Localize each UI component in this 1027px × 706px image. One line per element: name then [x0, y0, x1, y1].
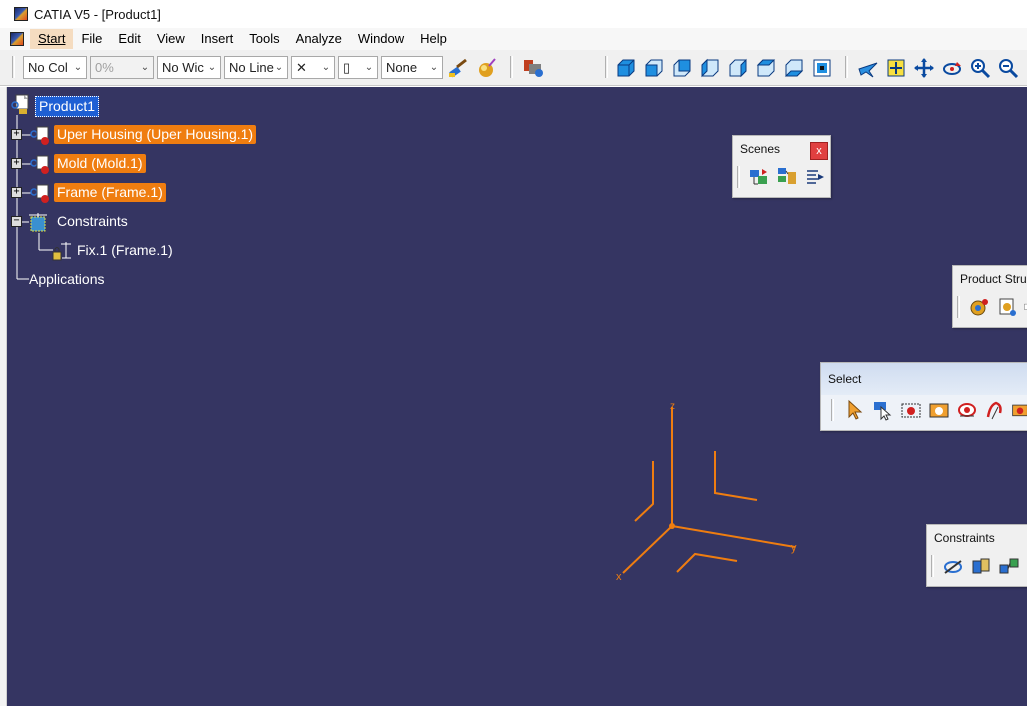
apply-scene-icon[interactable]: [775, 165, 799, 189]
color-select[interactable]: No Col ⌄: [23, 56, 87, 79]
part-icon[interactable]: [29, 153, 51, 175]
point-symbol-select[interactable]: ✕ ⌄: [291, 56, 335, 79]
back-view-icon[interactable]: [670, 56, 694, 80]
toolbar-grip[interactable]: [931, 555, 934, 577]
constraints-toolbar-title[interactable]: Constraints: [927, 525, 1027, 551]
rotate-icon[interactable]: [940, 56, 964, 80]
part-icon[interactable]: [29, 182, 51, 204]
collapse-toggle[interactable]: −: [11, 216, 22, 227]
close-icon[interactable]: x: [810, 142, 828, 160]
polygon-selection-icon[interactable]: [955, 398, 979, 422]
scenes-toolbar: Scenes x: [732, 135, 831, 198]
title-bar: CATIA V5 - [Product1]: [0, 0, 1027, 28]
select-toolbar-title[interactable]: Select: [821, 363, 1027, 395]
product-structure-toolbar: Product Stru: [952, 265, 1027, 328]
constraints-toolbar: Constraints: [926, 524, 1027, 587]
menu-file[interactable]: File: [73, 29, 110, 49]
toolbar-grip[interactable]: [831, 399, 834, 421]
new-product-icon[interactable]: [995, 295, 1019, 319]
part-icon[interactable]: [29, 124, 51, 146]
free-hand-selection-icon[interactable]: [983, 398, 1007, 422]
front-view-icon[interactable]: [642, 56, 666, 80]
new-component-icon[interactable]: [967, 295, 991, 319]
tree-part-frame[interactable]: Frame (Frame.1): [54, 183, 166, 202]
fix-constraint-icon[interactable]: [51, 240, 73, 262]
expand-toggle[interactable]: +: [11, 158, 22, 169]
line-width-select[interactable]: No Wic ⌄: [157, 56, 221, 79]
pan-icon[interactable]: [912, 56, 936, 80]
catalog-icon[interactable]: [520, 56, 548, 80]
enhanced-scene-icon[interactable]: [747, 165, 771, 189]
product-icon[interactable]: [10, 93, 32, 115]
menu-start[interactable]: Start: [30, 29, 74, 49]
layer-select[interactable]: ▯ ⌄: [338, 56, 378, 79]
expand-toggle[interactable]: +: [11, 129, 22, 140]
expand-toggle[interactable]: +: [11, 187, 22, 198]
select-toolbar: Select: [820, 362, 1027, 431]
menu-help[interactable]: Help: [412, 29, 455, 49]
offset-constraint-icon[interactable]: [997, 554, 1021, 578]
document-control-icon[interactable]: [10, 32, 24, 46]
window-title: CATIA V5 - [Product1]: [34, 6, 161, 22]
tree-fix-constraint[interactable]: Fix.1 (Frame.1): [74, 241, 176, 260]
toolbar-grip[interactable]: [510, 56, 513, 78]
outside-rectangle-selection-icon[interactable]: [1011, 398, 1027, 422]
tree-root-product[interactable]: Product1: [35, 96, 100, 117]
contact-constraint-icon[interactable]: [969, 554, 993, 578]
product-structure-toolbar-title[interactable]: Product Stru: [953, 266, 1027, 292]
toolbar-grip[interactable]: [737, 166, 740, 188]
painter-icon[interactable]: [446, 56, 470, 80]
tree-constraints[interactable]: Constraints: [54, 212, 131, 231]
main-toolbar: No Col ⌄ 0% ⌄ No Wic ⌄ No Line ⌄ ✕ ⌄ ▯ ⌄ None ⌄: [0, 50, 1027, 86]
fit-all-icon[interactable]: [884, 56, 908, 80]
intersecting-rectangle-icon[interactable]: [927, 398, 951, 422]
named-views-icon[interactable]: [810, 56, 834, 80]
zoom-out-icon[interactable]: [996, 56, 1020, 80]
material-icon[interactable]: [474, 56, 498, 80]
left-view-icon[interactable]: [698, 56, 722, 80]
coincidence-constraint-icon[interactable]: [941, 554, 965, 578]
tree-applications[interactable]: Applications: [26, 270, 108, 289]
rectangle-selection-icon[interactable]: [899, 398, 923, 422]
axis-y-label: y: [791, 542, 797, 554]
constraints-icon[interactable]: [27, 211, 49, 233]
select-arrow-icon[interactable]: [843, 398, 867, 422]
menu-window[interactable]: Window: [350, 29, 412, 49]
toolbar-grip[interactable]: [605, 56, 608, 78]
transparency-select[interactable]: 0% ⌄: [90, 56, 154, 79]
new-part-icon[interactable]: [1023, 295, 1027, 319]
zoom-in-icon[interactable]: [968, 56, 992, 80]
top-view-icon[interactable]: [754, 56, 778, 80]
isometric-view-icon[interactable]: [614, 56, 638, 80]
bottom-view-icon[interactable]: [782, 56, 806, 80]
menu-analyze[interactable]: Analyze: [288, 29, 350, 49]
axis-system: z y x: [616, 401, 797, 583]
toolbar-grip[interactable]: [957, 296, 960, 318]
tree-part-uper-housing[interactable]: Uper Housing (Uper Housing.1): [54, 125, 257, 144]
menu-insert[interactable]: Insert: [193, 29, 242, 49]
left-border-strip: [0, 87, 7, 706]
scene-list-icon[interactable]: [803, 165, 827, 189]
menu-tools[interactable]: Tools: [241, 29, 287, 49]
menu-view[interactable]: View: [149, 29, 193, 49]
render-style-select[interactable]: None ⌄: [381, 56, 443, 79]
toolbar-grip[interactable]: [12, 56, 15, 78]
axis-z-label: z: [670, 401, 675, 412]
menu-edit[interactable]: Edit: [110, 29, 148, 49]
toolbar-grip[interactable]: [845, 56, 848, 78]
axis-x-label: x: [616, 571, 622, 583]
right-view-icon[interactable]: [726, 56, 750, 80]
menu-bar: Start File Edit View Insert Tools Analyz…: [0, 28, 1027, 50]
select-above-geometry-icon[interactable]: [871, 398, 895, 422]
line-type-select[interactable]: No Line ⌄: [224, 56, 288, 79]
fly-mode-icon[interactable]: [856, 56, 880, 80]
tree-part-mold[interactable]: Mold (Mold.1): [54, 154, 146, 173]
catia-logo-icon: [14, 7, 28, 21]
